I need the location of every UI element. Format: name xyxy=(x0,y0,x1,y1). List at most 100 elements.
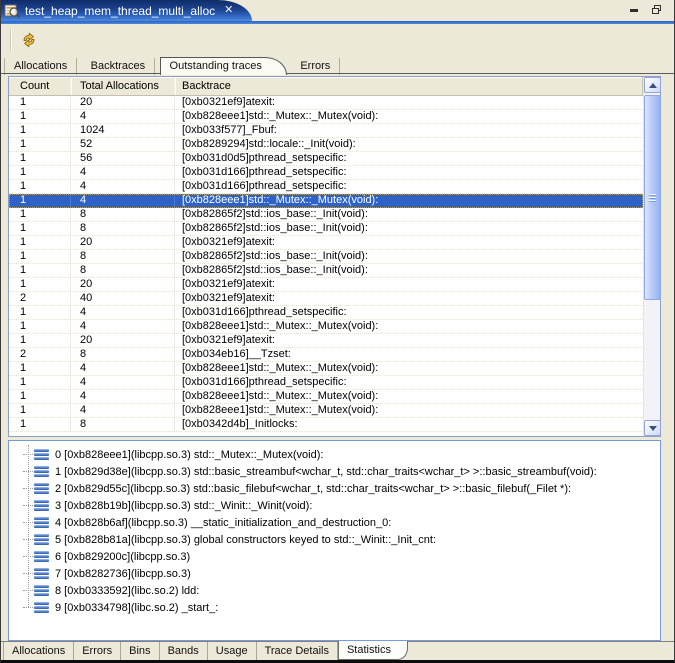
trace-category-tab[interactable]: Backtraces xyxy=(82,58,155,75)
table-row[interactable]: 1 4 [0xb828eee1]std::_Mutex::_Mutex(void… xyxy=(9,390,643,404)
table-row[interactable]: 1 8 [0xb82865f2]std::ios_base::_Init(voi… xyxy=(9,250,643,264)
column-header-backtrace[interactable]: Backtrace xyxy=(175,77,643,95)
memory-analysis-view-icon xyxy=(4,3,20,19)
cell-count: 1 xyxy=(9,250,71,263)
stack-frames-icon xyxy=(34,551,49,562)
cell-total-allocations: 52 xyxy=(71,138,175,151)
cell-backtrace: [0xb828eee1]std::_Mutex::_Mutex(void): xyxy=(175,390,643,403)
cell-count: 1 xyxy=(9,236,71,249)
tree-item[interactable]: 6 [0xb829200c](libcpp.so.3) xyxy=(9,548,660,565)
table-row[interactable]: 1 52 [0xb8289294]std::locale::_Init(void… xyxy=(9,138,643,152)
tab-label: Usage xyxy=(216,645,248,657)
tree-item[interactable]: 8 [0xb0333592](libc.so.2) ldd: xyxy=(9,582,660,599)
result-view-tab[interactable]: Usage xyxy=(208,642,257,660)
tree-item[interactable]: 7 [0xb8282736](libcpp.so.3) xyxy=(9,565,660,582)
trace-category-tab[interactable]: Allocations xyxy=(4,58,77,75)
cell-count: 1 xyxy=(9,96,71,109)
tree-item[interactable]: 0 [0xb828eee1](libcpp.so.3) std::_Mutex:… xyxy=(9,446,660,463)
cell-count: 1 xyxy=(9,334,71,347)
table-row[interactable]: 1 4 [0xb031d166]pthread_setspecific: xyxy=(9,166,643,180)
refresh-button[interactable] xyxy=(18,29,40,51)
scroll-down-button[interactable] xyxy=(644,420,661,436)
table-row[interactable]: 1 20 [0xb0321ef9]atexit: xyxy=(9,278,643,292)
table-row[interactable]: 1 4 [0xb828eee1]std::_Mutex::_Mutex(void… xyxy=(9,110,643,124)
table-row[interactable]: 2 40 [0xb0321ef9]atexit: xyxy=(9,292,643,306)
table-row[interactable]: 1 8 [0xb82865f2]std::ios_base::_Init(voi… xyxy=(9,222,643,236)
cell-total-allocations: 20 xyxy=(71,278,175,291)
view-tab-bar: test_heap_mem_thread_multi_alloc ✕ xyxy=(0,0,675,21)
backtrace-detail-panel: 0 [0xb828eee1](libcpp.so.3) std::_Mutex:… xyxy=(8,440,661,641)
cell-backtrace: [0xb0321ef9]atexit: xyxy=(175,236,643,249)
table-row[interactable]: 1 4 [0xb828eee1]std::_Mutex::_Mutex(void… xyxy=(9,362,643,376)
column-header-total-allocations[interactable]: Total Allocations xyxy=(71,77,175,95)
cell-count: 1 xyxy=(9,208,71,221)
table-row[interactable]: 1 4 [0xb828eee1]std::_Mutex::_Mutex(void… xyxy=(9,320,643,334)
cell-count: 1 xyxy=(9,194,71,207)
restore-button[interactable] xyxy=(650,4,663,15)
tree-item[interactable]: 2 [0xb829d55c](libcpp.so.3) std::basic_f… xyxy=(9,480,660,497)
table-row[interactable]: 1 56 [0xb031d0d5]pthread_setspecific: xyxy=(9,152,643,166)
trace-category-tab[interactable]: Outstanding traces xyxy=(160,57,287,75)
refresh-icon xyxy=(20,31,38,49)
tree-item[interactable]: 9 [0xb0334798](libc.so.2) _start_: xyxy=(9,599,660,616)
cell-count: 2 xyxy=(9,292,71,305)
trace-category-tab[interactable]: Errors xyxy=(291,58,340,75)
cell-total-allocations: 8 xyxy=(71,250,175,263)
stack-frames-icon xyxy=(34,568,49,579)
view-tab-title: test_heap_mem_thread_multi_alloc xyxy=(25,4,215,18)
cell-count: 1 xyxy=(9,264,71,277)
table-row[interactable]: 1 4 [0xb031d166]pthread_setspecific: xyxy=(9,376,643,390)
close-view-icon[interactable]: ✕ xyxy=(224,5,233,16)
result-view-tab[interactable]: Errors xyxy=(74,642,121,660)
table-row[interactable]: 1 4 [0xb828eee1]std::_Mutex::_Mutex(void… xyxy=(9,404,643,418)
table-body: 1 20 [0xb0321ef9]atexit: 1 4 [0xb828eee1… xyxy=(9,96,643,432)
table-row[interactable]: 1 8 [0xb82865f2]std::ios_base::_Init(voi… xyxy=(9,208,643,222)
table-row[interactable]: 1 1024 [0xb033f577]_Fbuf: xyxy=(9,124,643,138)
tree-item[interactable]: 4 [0xb828b6af](libcpp.so.3) __static_ini… xyxy=(9,514,660,531)
tree-item-label: 9 [0xb0334798](libc.so.2) _start_: xyxy=(55,602,218,614)
tree-item[interactable]: 3 [0xb828b19b](libcpp.so.3) std::_Winit:… xyxy=(9,497,660,514)
result-view-tab[interactable]: Bands xyxy=(160,642,208,660)
tree-connector xyxy=(23,539,33,540)
cell-count: 1 xyxy=(9,306,71,319)
result-view-tab[interactable]: Allocations xyxy=(3,642,74,660)
result-view-tab[interactable]: Trace Details xyxy=(257,642,338,660)
table-row[interactable]: 1 4 [0xb031d166]pthread_setspecific: xyxy=(9,306,643,320)
cell-total-allocations: 4 xyxy=(71,180,175,193)
table-row[interactable]: 2 8 [0xb034eb16]__Tzset: xyxy=(9,348,643,362)
stack-frames-icon xyxy=(34,483,49,494)
result-view-tab[interactable]: Statistics xyxy=(338,641,408,660)
tree-item-label: 4 [0xb828b6af](libcpp.so.3) __static_ini… xyxy=(55,517,391,529)
tree-item[interactable]: 1 [0xb829d38e](libcpp.so.3) std::basic_s… xyxy=(9,463,660,480)
column-header-count[interactable]: Count xyxy=(9,77,71,95)
cell-total-allocations: 40 xyxy=(71,292,175,305)
table-row[interactable]: 1 20 [0xb0321ef9]atexit: xyxy=(9,96,643,110)
tree-item-label: 3 [0xb828b19b](libcpp.so.3) std::_Winit:… xyxy=(55,500,312,512)
tab-label: Backtraces xyxy=(91,60,145,72)
table-row[interactable]: 1 20 [0xb0321ef9]atexit: xyxy=(9,236,643,250)
result-view-tab[interactable]: Bins xyxy=(121,642,159,660)
tab-label: Errors xyxy=(82,645,112,657)
table-row[interactable]: 1 4 [0xb828eee1]std::_Mutex::_Mutex(void… xyxy=(9,194,643,208)
vertical-scrollbar[interactable] xyxy=(643,77,660,436)
table-row[interactable]: 1 20 [0xb0321ef9]atexit: xyxy=(9,334,643,348)
scroll-up-button[interactable] xyxy=(644,77,661,93)
table-row[interactable]: 1 8 [0xb82865f2]std::ios_base::_Init(voi… xyxy=(9,264,643,278)
scrollbar-thumb[interactable] xyxy=(644,95,661,300)
table-row[interactable]: 1 4 [0xb031d166]pthread_setspecific: xyxy=(9,180,643,194)
restore-icon xyxy=(651,4,663,15)
cell-total-allocations: 8 xyxy=(71,348,175,361)
tree-connector xyxy=(23,471,33,472)
cell-backtrace: [0xb0321ef9]atexit: xyxy=(175,334,643,347)
cell-count: 1 xyxy=(9,320,71,333)
minimize-button[interactable] xyxy=(628,4,641,15)
tree-item-label: 6 [0xb829200c](libcpp.so.3) xyxy=(55,551,190,563)
cell-backtrace: [0xb031d166]pthread_setspecific: xyxy=(175,376,643,389)
cell-backtrace: [0xb828eee1]std::_Mutex::_Mutex(void): xyxy=(175,110,643,123)
tree-connector xyxy=(23,454,33,455)
tree-item-label: 2 [0xb829d55c](libcpp.so.3) std::basic_f… xyxy=(55,483,571,495)
stack-frames-icon xyxy=(34,500,49,511)
tree-item[interactable]: 5 [0xb828b81a](libcpp.so.3) global const… xyxy=(9,531,660,548)
table-row[interactable]: 1 8 [0xb0342d4b]_Initlocks: xyxy=(9,418,643,432)
view-tab-outstanding-view[interactable]: test_heap_mem_thread_multi_alloc ✕ xyxy=(0,0,252,21)
